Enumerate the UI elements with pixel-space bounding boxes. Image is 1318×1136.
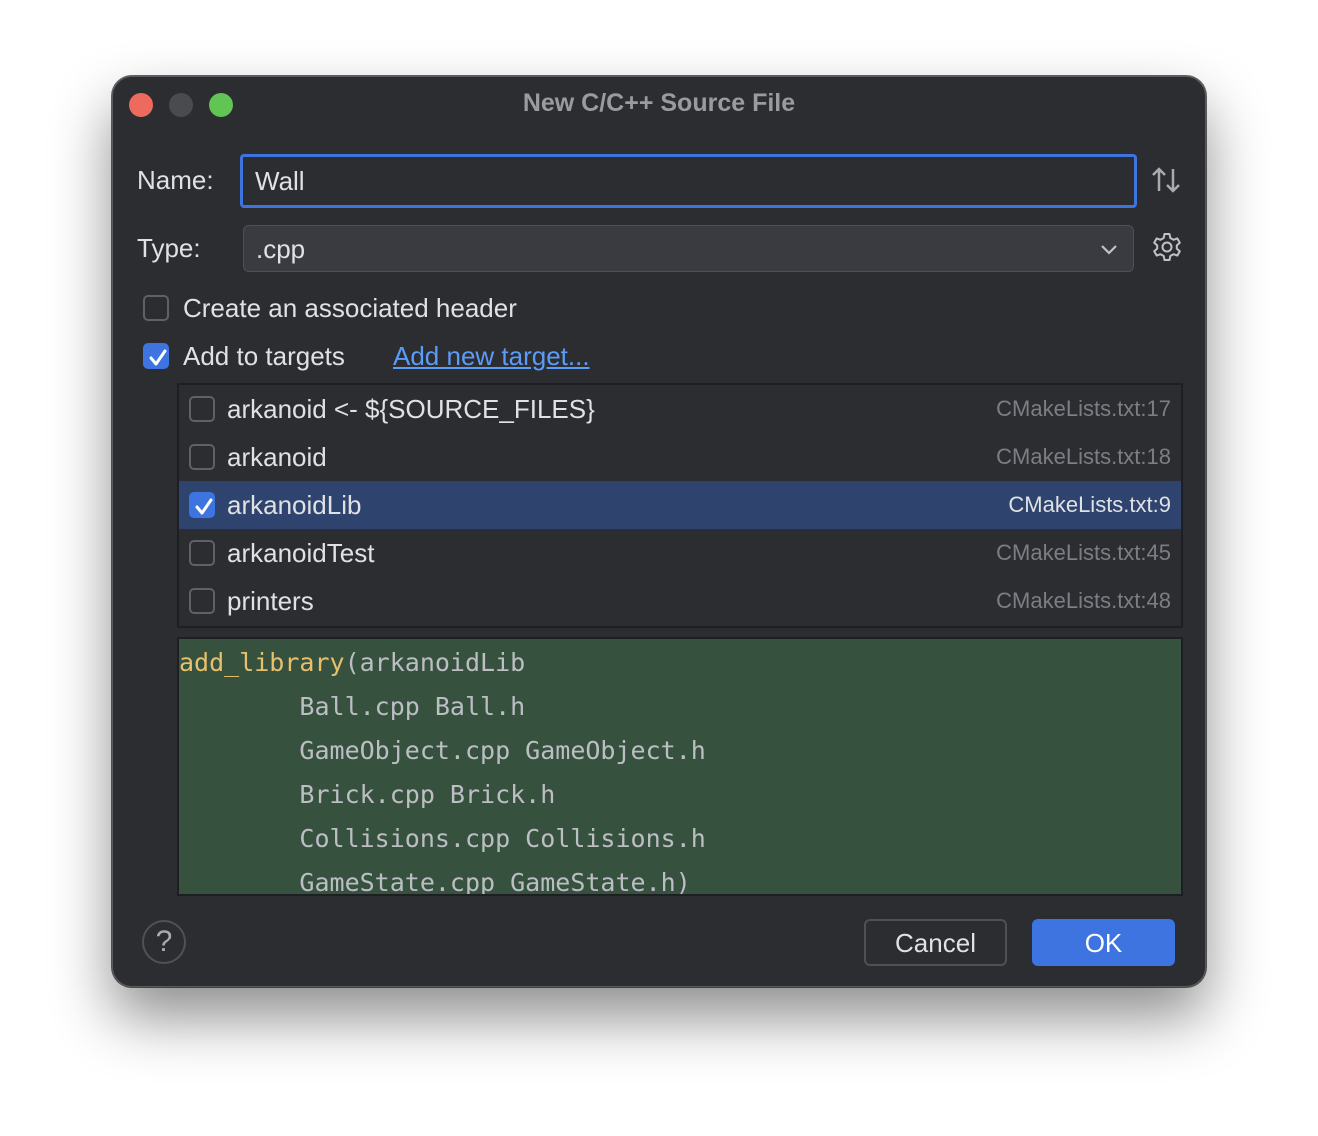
cancel-button[interactable]: Cancel	[864, 919, 1007, 966]
target-name: arkanoidTest	[227, 538, 375, 568]
target-name: printers	[227, 586, 314, 616]
target-checkbox[interactable]	[189, 396, 215, 422]
target-location: CMakeLists.txt:45	[996, 540, 1171, 565]
target-name: arkanoidLib	[227, 490, 362, 520]
target-location: CMakeLists.txt:18	[996, 444, 1171, 469]
type-label: Type:	[137, 233, 201, 263]
sort-up-down-icon[interactable]	[1151, 165, 1181, 197]
target-location: CMakeLists.txt:48	[996, 588, 1171, 613]
target-row[interactable]: arkanoidLib CMakeLists.txt:9	[179, 481, 1181, 529]
code-preview: add_library(arkanoidLib Ball.cpp Ball.h …	[177, 637, 1183, 896]
create-header-label: Create an associated header	[183, 293, 517, 323]
code-line: Brick.cpp Brick.h	[179, 780, 556, 809]
target-checkbox[interactable]	[189, 492, 215, 518]
code-args: (arkanoidLib	[344, 648, 526, 677]
checkmark-icon	[195, 498, 213, 515]
target-checkbox[interactable]	[189, 444, 215, 470]
code-line: GameState.cpp GameState.h)	[179, 868, 691, 896]
ok-button[interactable]: OK	[1032, 919, 1175, 966]
add-to-targets-label: Add to targets	[183, 341, 345, 371]
code-function: add_library	[179, 648, 345, 677]
target-row[interactable]: arkanoidTest CMakeLists.txt:45	[179, 529, 1181, 577]
name-input[interactable]	[240, 154, 1137, 208]
target-row[interactable]: arkanoid <- ${SOURCE_FILES} CMakeLists.t…	[179, 385, 1181, 433]
help-button[interactable]: ?	[142, 920, 186, 964]
targets-list: arkanoid <- ${SOURCE_FILES} CMakeLists.t…	[177, 383, 1183, 628]
target-location: CMakeLists.txt:9	[1008, 492, 1171, 517]
dialog-window: New C/C++ Source File Name: Type: .cpp C…	[112, 76, 1206, 987]
chevron-down-icon	[1101, 245, 1117, 255]
code-line: Collisions.cpp Collisions.h	[179, 824, 706, 853]
code-line: Ball.cpp Ball.h	[179, 692, 526, 721]
add-new-target-link[interactable]: Add new target...	[393, 341, 590, 372]
code-line: GameObject.cpp GameObject.h	[179, 736, 706, 765]
create-header-checkbox[interactable]	[143, 295, 169, 321]
code-line: add_library(arkanoidLib	[179, 641, 525, 685]
type-select[interactable]: .cpp	[243, 225, 1134, 272]
target-row[interactable]: arkanoid CMakeLists.txt:18	[179, 433, 1181, 481]
gear-icon[interactable]	[1151, 231, 1183, 263]
add-to-targets-checkbox[interactable]	[143, 343, 169, 369]
checkmark-icon	[149, 349, 167, 366]
target-checkbox[interactable]	[189, 540, 215, 566]
dialog-title: New C/C++ Source File	[522, 89, 796, 117]
name-label: Name:	[137, 165, 214, 195]
target-name: arkanoid <- ${SOURCE_FILES}	[227, 394, 595, 424]
type-select-value: .cpp	[256, 234, 306, 264]
target-row[interactable]: printers CMakeLists.txt:48	[179, 577, 1181, 625]
target-location: CMakeLists.txt:17	[996, 396, 1171, 421]
target-checkbox[interactable]	[189, 588, 215, 614]
target-name: arkanoid	[227, 442, 327, 472]
